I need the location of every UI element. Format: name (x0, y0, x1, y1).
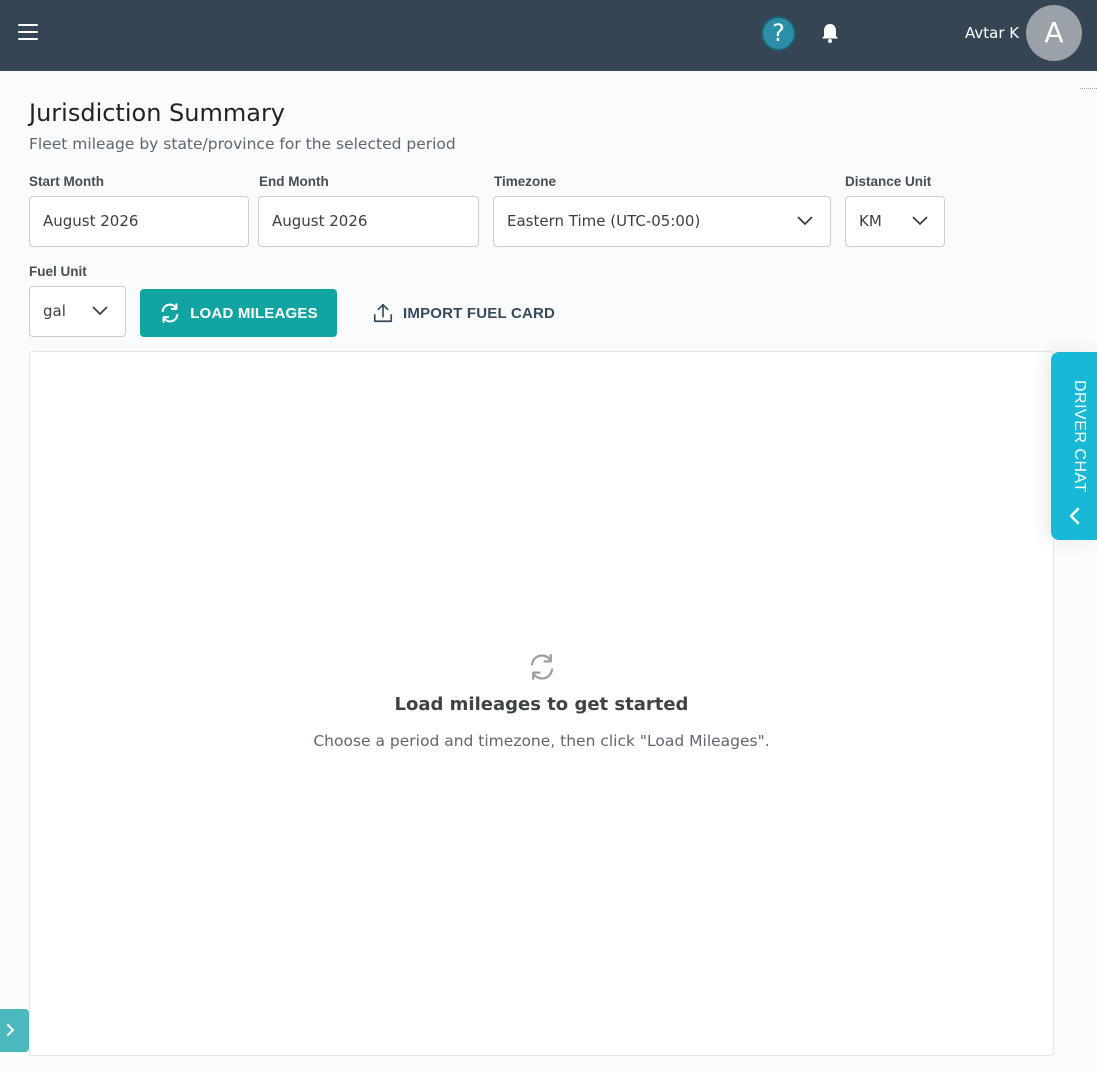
mileage-results-panel: Load mileages to get started Choose a pe… (29, 351, 1054, 1056)
distance-unit-label: Distance Unit (845, 174, 932, 189)
empty-state-message: Choose a period and timezone, then click… (313, 732, 770, 750)
page-subtitle: Fleet mileage by state/province for the … (29, 135, 456, 153)
import-fuel-card-label: IMPORT FUEL CARD (403, 304, 556, 322)
help-icon[interactable]: ? (763, 18, 794, 49)
driver-chat-label: DRIVER CHAT (1071, 380, 1088, 493)
corner-decoration (1080, 88, 1097, 91)
end-month-value: August 2026 (272, 212, 368, 230)
menu-icon[interactable] (18, 24, 38, 42)
end-month-field[interactable]: August 2026 (258, 196, 479, 247)
timezone-label: Timezone (494, 174, 557, 189)
chevron-left-icon (1069, 507, 1080, 525)
start-month-field[interactable]: August 2026 (29, 196, 249, 247)
load-mileages-button[interactable]: LOAD MILEAGES (140, 289, 337, 337)
refresh-icon (161, 303, 179, 323)
start-month-value: August 2026 (43, 212, 139, 230)
distance-unit-select[interactable]: KM (845, 196, 945, 247)
fuel-unit-label: Fuel Unit (29, 264, 87, 279)
timezone-value: Eastern Time (UTC-05:00) (507, 212, 701, 230)
upload-icon (373, 303, 393, 323)
sidebar-expand-button[interactable] (0, 1009, 29, 1052)
page-title: Jurisdiction Summary (29, 99, 286, 127)
avatar[interactable]: A (1026, 5, 1082, 61)
chevron-down-icon (912, 216, 928, 226)
fuel-unit-select[interactable]: gal (29, 286, 126, 337)
chevron-down-icon (797, 216, 813, 226)
fuel-unit-value: gal (43, 302, 66, 320)
start-month-label: Start Month (29, 174, 104, 189)
top-navigation-bar: ? Avtar K A (0, 0, 1097, 71)
bell-icon[interactable] (820, 22, 840, 44)
user-name[interactable]: Avtar K (965, 24, 1019, 42)
chevron-right-icon (7, 1024, 14, 1036)
distance-unit-value: KM (859, 212, 882, 230)
import-fuel-card-button[interactable]: IMPORT FUEL CARD (372, 299, 555, 327)
timezone-select[interactable]: Eastern Time (UTC-05:00) (493, 196, 831, 247)
chevron-down-icon (92, 306, 108, 316)
load-mileages-label: LOAD MILEAGES (190, 304, 318, 322)
driver-chat-tab[interactable]: DRIVER CHAT (1051, 352, 1097, 540)
end-month-label: End Month (259, 174, 329, 189)
empty-state-title: Load mileages to get started (394, 694, 689, 715)
refresh-icon (530, 654, 554, 680)
